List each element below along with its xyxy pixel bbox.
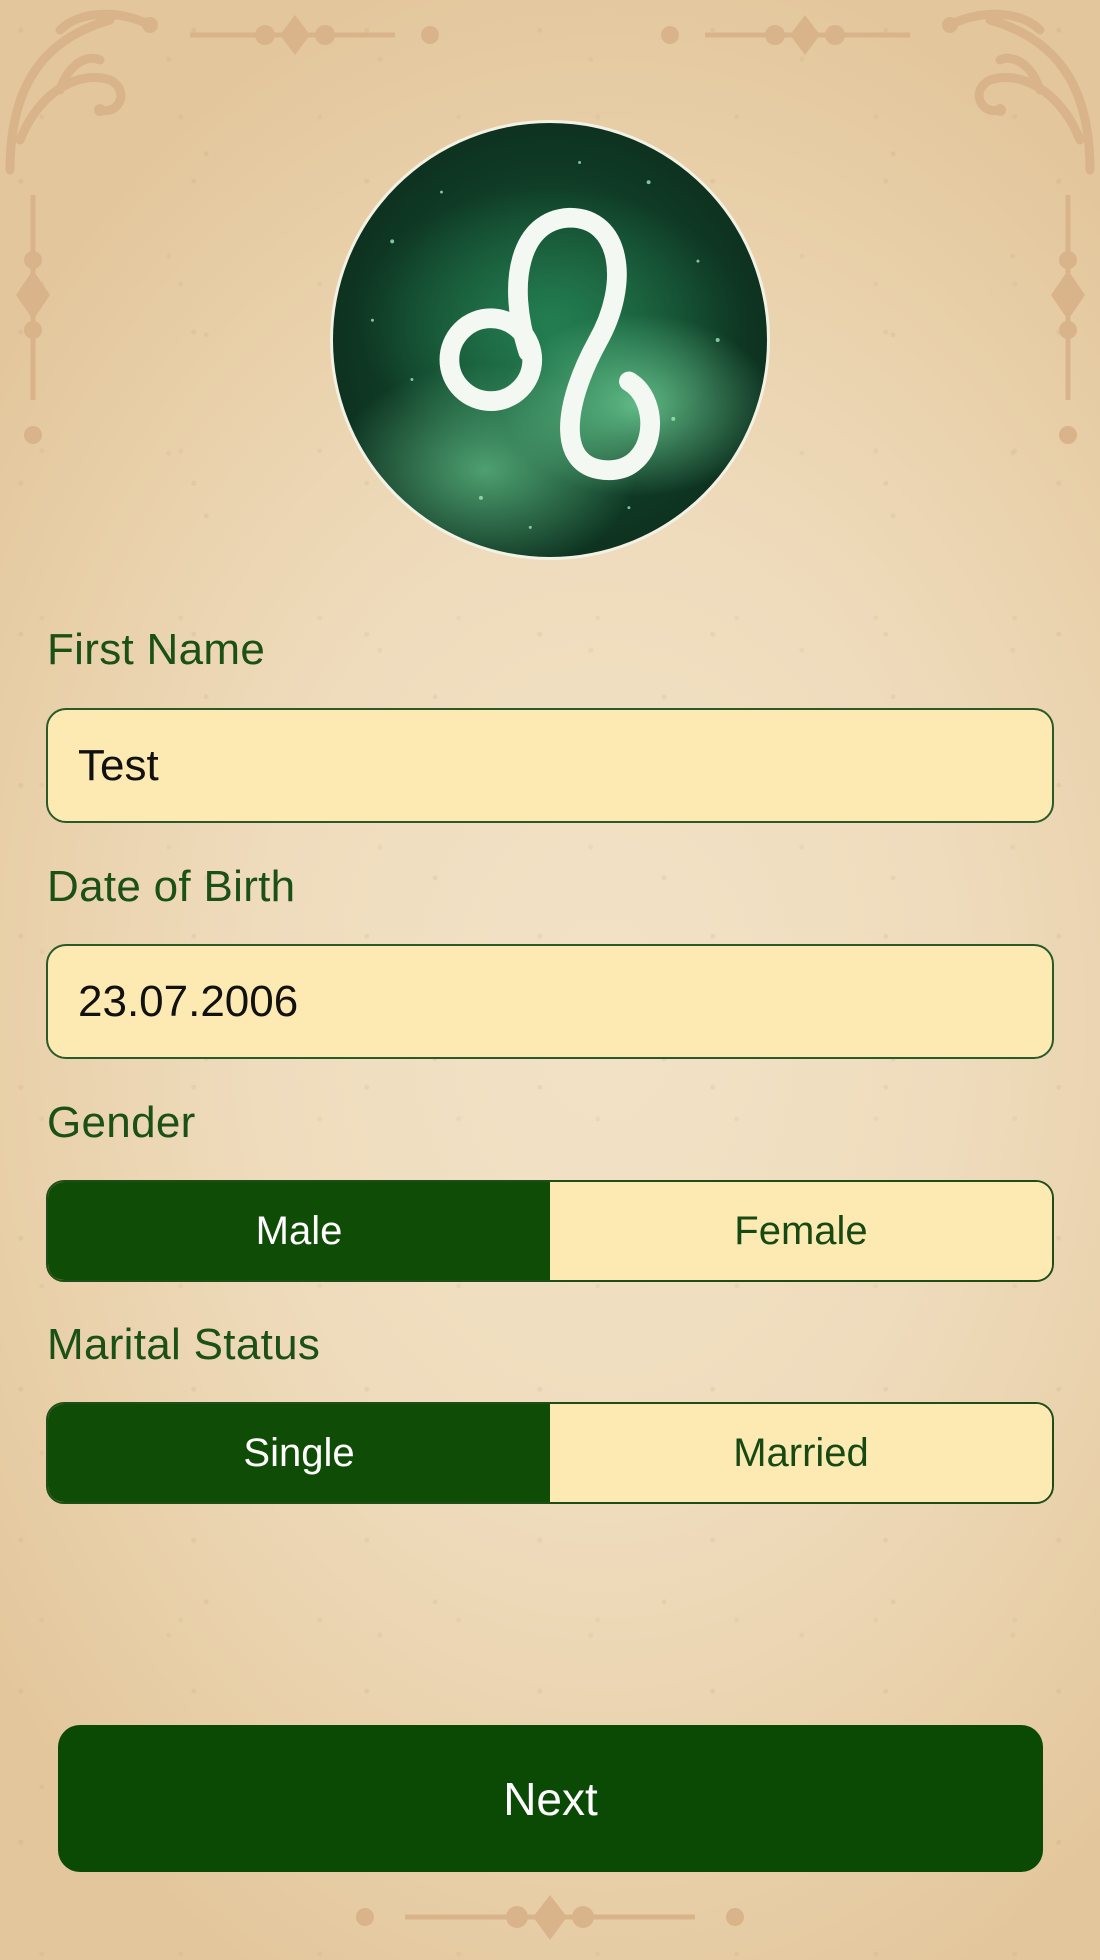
- marital-status-label: Marital Status: [47, 1320, 321, 1369]
- side-ornament-left-icon: [16, 195, 50, 444]
- next-button[interactable]: Next: [58, 1725, 1043, 1872]
- gender-option-male[interactable]: Male: [48, 1182, 550, 1280]
- dob-value: 23.07.2006: [78, 976, 299, 1026]
- gender-segmented-control: Male Female: [46, 1180, 1054, 1282]
- dob-field[interactable]: 23.07.2006: [46, 944, 1054, 1059]
- corner-flourish-top-left-icon: [5, 9, 158, 175]
- gender-label: Gender: [47, 1098, 196, 1147]
- marital-option-single[interactable]: Single: [48, 1404, 550, 1502]
- zodiac-avatar: [330, 120, 770, 560]
- first-name-value: Test: [78, 740, 159, 790]
- marital-status-segmented-control: Single Married: [46, 1402, 1054, 1504]
- gender-option-female[interactable]: Female: [550, 1182, 1052, 1280]
- first-name-field[interactable]: Test: [46, 708, 1054, 823]
- leo-zodiac-icon: [370, 160, 720, 529]
- top-border-ornament-right-icon: [661, 15, 910, 55]
- bottom-border-ornament-icon: [356, 1895, 744, 1940]
- top-border-ornament-left-icon: [190, 15, 439, 55]
- dob-label: Date of Birth: [47, 862, 296, 911]
- side-ornament-right-icon: [1051, 195, 1085, 444]
- corner-flourish-top-right-icon: [942, 9, 1095, 175]
- first-name-label: First Name: [47, 625, 266, 674]
- marital-option-married[interactable]: Married: [550, 1404, 1052, 1502]
